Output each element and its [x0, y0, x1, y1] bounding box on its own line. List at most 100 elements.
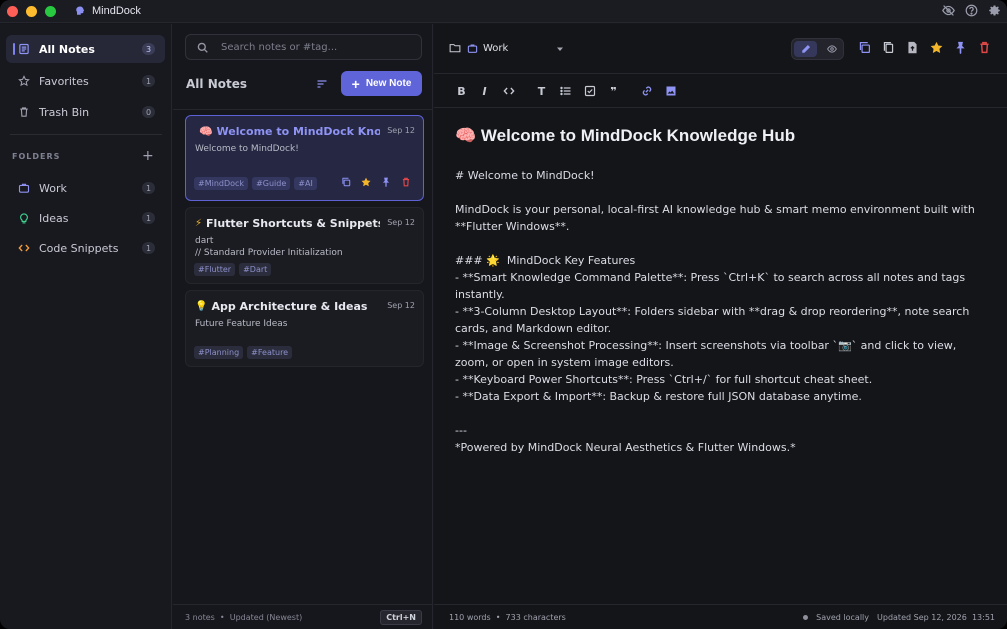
note-date: Sep 12 — [387, 126, 415, 135]
nav-label: Favorites — [39, 74, 89, 88]
chevron-down-icon[interactable] — [556, 45, 564, 53]
settings-icon[interactable] — [988, 4, 1001, 17]
close-window-button[interactable] — [7, 5, 18, 17]
plus-icon: + — [351, 75, 360, 92]
note-title-row: 🧠 Welcome to MindDock Know... — [195, 125, 380, 138]
count-badge: 0 — [142, 106, 155, 118]
note-title: Flutter Shortcuts & Snippets — [206, 217, 380, 230]
folder-ideas[interactable]: Ideas 1 — [6, 204, 165, 232]
count-badge: 1 — [142, 212, 155, 224]
add-folder-button[interactable]: + — [142, 148, 154, 164]
search-input[interactable] — [221, 41, 401, 53]
editor-panel: Work B I T ❞ 🧠 Welcome to MindDock Knowl… — [434, 24, 1007, 629]
image-icon[interactable] — [664, 85, 677, 98]
trash-icon — [17, 105, 31, 119]
sort-icon[interactable] — [316, 78, 328, 90]
tag[interactable]: #Feature — [247, 346, 293, 359]
star-icon — [17, 74, 31, 88]
link-icon[interactable] — [640, 85, 653, 98]
titlebar-actions — [942, 4, 1001, 17]
nav-favorites[interactable]: Favorites 1 — [6, 67, 165, 95]
format-toolbar: B I T ❞ — [434, 75, 1007, 108]
folder-label: Ideas — [39, 211, 69, 225]
briefcase-icon — [467, 44, 478, 53]
note-tags: #Planning #Feature — [194, 346, 293, 359]
note-tags: #MindDock #Guide #AI — [194, 177, 317, 190]
tag[interactable]: #Guide — [252, 177, 291, 190]
minimize-window-button[interactable] — [26, 5, 37, 17]
active-indicator — [13, 43, 15, 55]
pencil-icon — [801, 44, 810, 53]
duplicate-icon[interactable] — [858, 41, 871, 54]
list-status: 3 notes • Updated (Newest) — [185, 612, 303, 622]
nav-trash-bin[interactable]: Trash Bin 0 — [6, 98, 165, 126]
pin-icon[interactable] — [954, 41, 967, 54]
note-title-row: 💡 App Architecture & Ideas — [195, 300, 380, 313]
lightbulb-icon: 💡 — [195, 301, 208, 312]
note-card[interactable]: 🧠 Welcome to MindDock Know... Sep 12 Wel… — [185, 115, 424, 201]
document-area[interactable]: 🧠 Welcome to MindDock Knowledge Hub # We… — [434, 109, 1007, 604]
count-badge: 1 — [142, 242, 155, 254]
search-box[interactable] — [185, 34, 422, 60]
lightning-icon: ⚡ — [195, 218, 203, 229]
view-mode-toggle — [791, 38, 844, 60]
new-note-button[interactable]: + New Note — [341, 71, 422, 96]
divider — [173, 109, 433, 110]
folder-icon — [449, 44, 461, 53]
nav-label: All Notes — [39, 42, 95, 56]
code-icon[interactable] — [502, 85, 515, 98]
window-controls — [7, 5, 56, 17]
note-actions — [341, 177, 411, 187]
status-dot — [803, 615, 809, 620]
editor-header: Work — [434, 24, 1007, 74]
checkbox-icon[interactable] — [583, 85, 596, 98]
tag[interactable]: #AI — [294, 177, 317, 190]
tag[interactable]: #MindDock — [194, 177, 249, 190]
note-card[interactable]: 💡 App Architecture & Ideas Sep 12 Future… — [185, 290, 424, 367]
folder-work[interactable]: Work 1 — [6, 174, 165, 202]
eye-icon — [826, 45, 837, 53]
nav-label: Trash Bin — [39, 105, 90, 119]
heading-icon[interactable]: T — [535, 85, 548, 98]
new-note-label: New Note — [365, 78, 412, 89]
bold-icon[interactable]: B — [455, 85, 468, 98]
copy-icon[interactable] — [882, 41, 895, 54]
delete-icon[interactable] — [401, 177, 411, 187]
folder-select[interactable]: Work — [449, 42, 508, 54]
markdown-editor[interactable]: # Welcome to MindDock! MindDock is your … — [455, 167, 990, 456]
note-heading[interactable]: 🧠 Welcome to MindDock Knowledge Hub — [455, 126, 795, 146]
italic-icon[interactable]: I — [478, 85, 491, 98]
brain-icon — [76, 6, 85, 15]
bullet-list-icon[interactable] — [559, 85, 572, 98]
preview-mode-button[interactable] — [820, 41, 843, 57]
list-title: All Notes — [186, 77, 247, 91]
quote-icon[interactable]: ❞ — [607, 85, 620, 98]
tag[interactable]: #Dart — [239, 263, 272, 276]
tag[interactable]: #Planning — [194, 346, 244, 359]
zoom-window-button[interactable] — [45, 5, 56, 17]
code-icon — [17, 241, 31, 255]
lightbulb-icon — [17, 211, 31, 225]
note-title: App Architecture & Ideas — [211, 300, 368, 313]
notes-icon — [17, 42, 31, 56]
note-card[interactable]: ⚡ Flutter Shortcuts & Snippets Sep 12 da… — [185, 207, 424, 284]
tag[interactable]: #Flutter — [194, 263, 236, 276]
note-preview: Welcome to MindDock! — [195, 144, 299, 154]
count-badge: 1 — [142, 75, 155, 87]
star-icon[interactable] — [361, 177, 371, 187]
delete-icon[interactable] — [978, 41, 991, 54]
star-icon[interactable] — [930, 41, 943, 54]
eye-off-icon[interactable] — [942, 4, 955, 17]
note-date: Sep 12 — [387, 301, 415, 310]
duplicate-icon[interactable] — [341, 177, 351, 187]
save-status: Saved locally Updated Sep 12, 2026 13:51 — [803, 613, 995, 622]
pin-icon[interactable] — [381, 177, 391, 187]
nav-all-notes[interactable]: All Notes 3 — [6, 35, 165, 63]
folder-code-snippets[interactable]: Code Snippets 1 — [6, 234, 165, 262]
help-icon[interactable] — [965, 4, 978, 17]
updated-timestamp: Updated Sep 12, 2026 13:51 — [877, 613, 995, 622]
briefcase-icon — [17, 181, 31, 195]
editor-footer: 110 words • 733 characters Saved locally… — [434, 604, 1007, 629]
edit-mode-button[interactable] — [794, 41, 817, 57]
export-file-icon[interactable] — [906, 41, 919, 54]
